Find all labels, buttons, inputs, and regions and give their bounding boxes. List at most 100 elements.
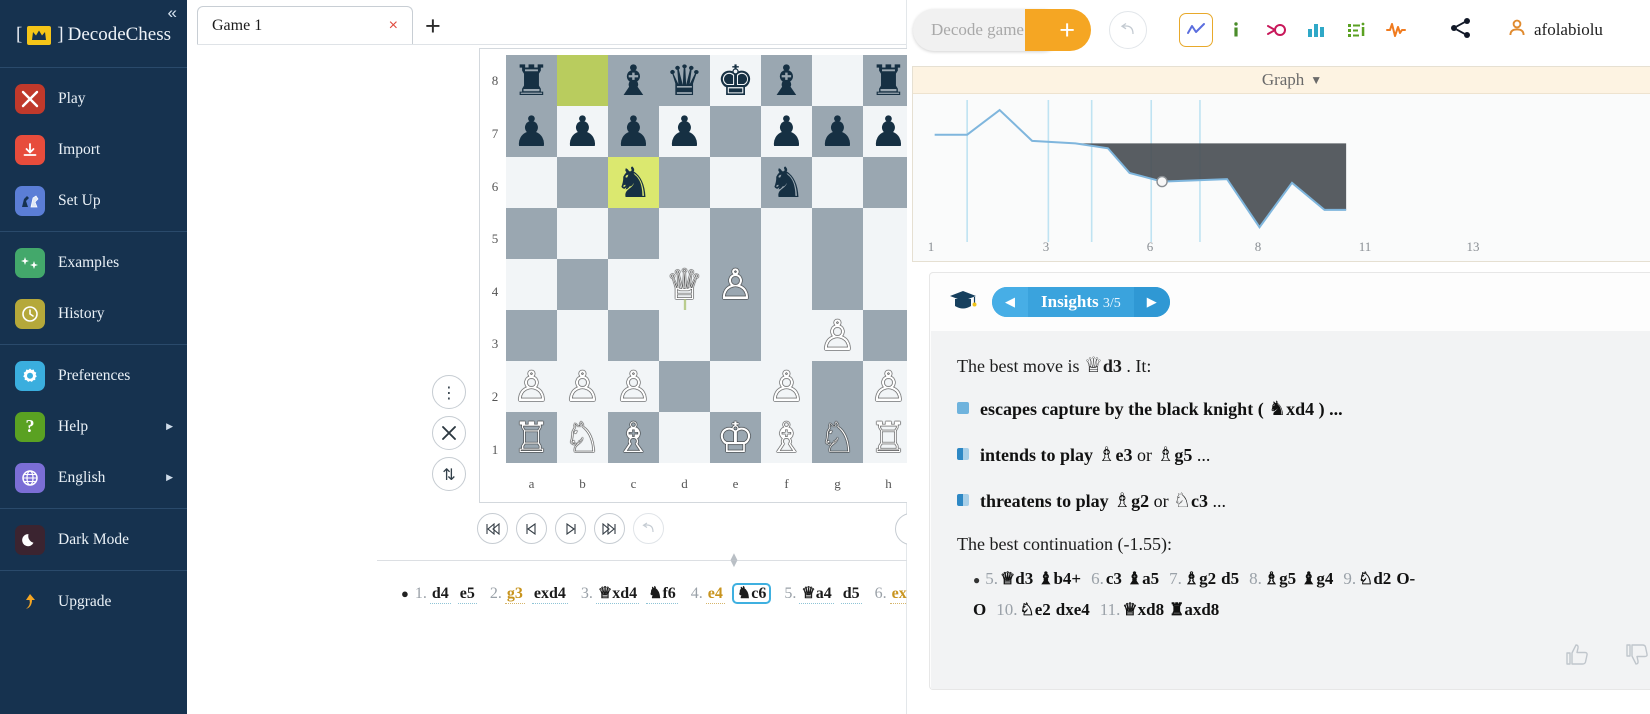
- sidebar-item-preferences[interactable]: Preferences: [0, 350, 187, 401]
- more-options-button[interactable]: ⋮: [432, 375, 466, 409]
- analysis-swords-button[interactable]: [432, 416, 466, 450]
- piece-c1[interactable]: ♗: [615, 416, 653, 459]
- piece-h8[interactable]: ♜: [870, 59, 908, 102]
- board-square-d7[interactable]: ♟: [659, 106, 710, 157]
- undo-move-button[interactable]: [633, 513, 664, 544]
- close-icon[interactable]: ×: [389, 17, 398, 35]
- chess-board[interactable]: 8 7 6 5 4 3 2 1 ♜ ♝ ♛ ♚ ♝ ♜ ♟ ♟ ♟ ♟ ♟ ♟ ♟ ♞ ♞ ♕ ♙ ♙ ♙ ♙ ♙ ♙ ♙ ♖…: [479, 48, 935, 503]
- piece-h1[interactable]: ♖: [870, 416, 908, 459]
- piece-f7[interactable]: ♟: [768, 110, 806, 153]
- share-icon[interactable]: [1449, 17, 1473, 44]
- piece-e4[interactable]: ♙: [717, 263, 755, 306]
- board-square-c6[interactable]: ♞: [608, 157, 659, 208]
- decode-plus-icon[interactable]: +: [1025, 9, 1091, 51]
- pulse-icon[interactable]: [1379, 13, 1413, 47]
- board-square-d2[interactable]: [659, 361, 710, 412]
- graph-plot-area[interactable]: 1 3 6 8 11 13: [913, 94, 1650, 261]
- continuation-move-white[interactable]: ♘e2: [1019, 600, 1050, 619]
- move-black-3[interactable]: ♞f6: [646, 584, 678, 604]
- sidebar-item-play[interactable]: Play: [0, 73, 187, 124]
- board-square-c4[interactable]: [608, 259, 659, 310]
- board-square-e6[interactable]: [710, 157, 761, 208]
- continuation-move-list[interactable]: ● 5. ♕d3 ♝b4+ 6. c3 ♝a5 7. ♗g2 d5 8. ♗g5 ♝g4 9. ♘d2 O-O…: [957, 564, 1648, 625]
- opening-book-icon[interactable]: [1259, 13, 1293, 47]
- piece-b1[interactable]: ♘: [564, 416, 602, 459]
- board-square-e5[interactable]: [710, 208, 761, 259]
- piece-f8[interactable]: ♝: [768, 59, 806, 102]
- continuation-move-white[interactable]: ♕xd8: [1122, 600, 1164, 619]
- info-icon[interactable]: [1219, 13, 1253, 47]
- piece-a8[interactable]: ♜: [513, 59, 551, 102]
- insight-bullet[interactable]: escapes capture by the black knight ( ♞x…: [957, 396, 1648, 420]
- piece-h7[interactable]: ♟: [870, 110, 908, 153]
- graph-current-move-marker[interactable]: [1156, 175, 1168, 188]
- board-square-a2[interactable]: ♙: [506, 361, 557, 412]
- board-square-c8[interactable]: ♝: [608, 55, 659, 106]
- board-square-d5[interactable]: [659, 208, 710, 259]
- moves-panel-resize-handle[interactable]: ▲ ▼: [723, 552, 745, 570]
- piece-c6[interactable]: ♞: [615, 161, 653, 204]
- piece-f6[interactable]: ♞: [768, 161, 806, 204]
- board-square-g2[interactable]: [812, 361, 863, 412]
- add-tab-button[interactable]: +: [425, 13, 441, 44]
- board-square-e1[interactable]: ♔: [710, 412, 761, 463]
- sidebar-item-english[interactable]: English ▶: [0, 452, 187, 503]
- piece-d4[interactable]: ♕: [666, 263, 704, 306]
- insights-prev-button[interactable]: ◀: [992, 287, 1028, 317]
- piece-a1[interactable]: ♖: [513, 416, 551, 459]
- insights-pager[interactable]: ◀ Insights 3/5 ▶: [992, 287, 1170, 317]
- piece-f2[interactable]: ♙: [768, 365, 806, 408]
- sidebar-item-history[interactable]: History: [0, 288, 187, 339]
- board-square-c7[interactable]: ♟: [608, 106, 659, 157]
- board-square-g6[interactable]: [812, 157, 863, 208]
- board-square-d6[interactable]: [659, 157, 710, 208]
- board-square-b8[interactable]: [557, 55, 608, 106]
- board-square-a5[interactable]: [506, 208, 557, 259]
- board-square-d8[interactable]: ♛: [659, 55, 710, 106]
- board-square-a4[interactable]: [506, 259, 557, 310]
- piece-f1[interactable]: ♗: [768, 416, 806, 459]
- piece-g1[interactable]: ♘: [819, 416, 857, 459]
- sidebar-collapse-icon[interactable]: «: [168, 4, 177, 21]
- last-move-button[interactable]: [594, 513, 625, 544]
- board-square-b2[interactable]: ♙: [557, 361, 608, 412]
- piece-c7[interactable]: ♟: [615, 110, 653, 153]
- board-square-a8[interactable]: ♜: [506, 55, 557, 106]
- move-white-4[interactable]: e4: [705, 584, 725, 604]
- continuation-move-black[interactable]: ♝a5: [1127, 569, 1159, 588]
- tab-game-1[interactable]: Game 1 ×: [197, 6, 413, 44]
- board-square-e4[interactable]: ♙: [710, 259, 761, 310]
- board-square-a7[interactable]: ♟: [506, 106, 557, 157]
- sidebar-item-help[interactable]: ? Help ▶: [0, 401, 187, 452]
- continuation-move-white[interactable]: ♕d3: [1000, 569, 1033, 588]
- board-square-d3[interactable]: [659, 310, 710, 361]
- board-square-c2[interactable]: ♙: [608, 361, 659, 412]
- chevron-down-icon[interactable]: ▼: [1310, 73, 1322, 88]
- board-square-g3[interactable]: ♙: [812, 310, 863, 361]
- board-square-b4[interactable]: [557, 259, 608, 310]
- sidebar-item-dark-mode[interactable]: Dark Mode: [0, 514, 187, 565]
- move-black-1[interactable]: e5: [457, 584, 477, 604]
- piece-a7[interactable]: ♟: [513, 110, 551, 153]
- board-square-b6[interactable]: [557, 157, 608, 208]
- continuation-move-black[interactable]: d5: [1221, 569, 1239, 588]
- move-black-2[interactable]: exd4: [531, 584, 568, 604]
- board-square-g1[interactable]: ♘: [812, 412, 863, 463]
- move-white-3[interactable]: ♕xd4: [595, 584, 640, 604]
- list-info-icon[interactable]: [1339, 13, 1373, 47]
- continuation-move-black[interactable]: dxe4: [1056, 600, 1090, 619]
- move-white-2[interactable]: g3: [504, 584, 525, 604]
- piece-e1[interactable]: ♔: [717, 416, 755, 459]
- move-white-5[interactable]: ♕a4: [799, 584, 834, 604]
- sidebar-item-upgrade[interactable]: Upgrade: [0, 576, 187, 627]
- brand-logo[interactable]: [ ] DecodeChess: [0, 0, 187, 62]
- board-square-g5[interactable]: [812, 208, 863, 259]
- board-square-c5[interactable]: [608, 208, 659, 259]
- board-square-a1[interactable]: ♖: [506, 412, 557, 463]
- board-square-b5[interactable]: [557, 208, 608, 259]
- board-square-e3[interactable]: [710, 310, 761, 361]
- insights-next-button[interactable]: ▶: [1133, 287, 1170, 317]
- board-square-c1[interactable]: ♗: [608, 412, 659, 463]
- continuation-move-black[interactable]: ♜axd8: [1169, 600, 1219, 619]
- continuation-move-black[interactable]: ♝g4: [1301, 569, 1333, 588]
